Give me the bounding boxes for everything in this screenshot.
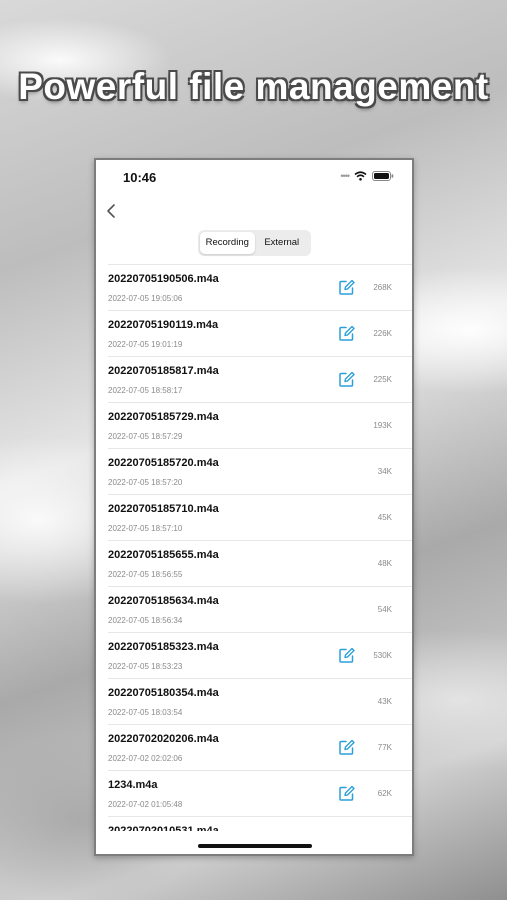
- list-item[interactable]: 20220705185720.m4a 2022-07-05 18:57:20 34K: [108, 449, 412, 495]
- file-name: 20220705185634.m4a: [108, 595, 219, 607]
- file-date: 2022-07-05 18:58:17: [108, 386, 183, 395]
- headline: Powerful file management: [18, 66, 489, 107]
- tab-external[interactable]: External: [255, 232, 310, 254]
- status-time: 10:46: [123, 170, 157, 185]
- list-item[interactable]: 20220705185323.m4a 2022-07-05 18:53:23 530…: [108, 633, 412, 679]
- list-item[interactable]: 20220705185655.m4a 2022-07-05 18:56:55 48K: [108, 541, 412, 587]
- file-name: 20220702020206.m4a: [108, 733, 219, 745]
- file-date: 2022-07-05 18:56:34: [108, 616, 183, 625]
- file-date: 2022-07-05 18:03:54: [108, 708, 183, 717]
- list-item[interactable]: 20220705180354.m4a 2022-07-05 18:03:54 43K: [108, 679, 412, 725]
- status-bar: 10:46 ••••: [96, 160, 412, 194]
- list-item[interactable]: 20220705185634.m4a 2022-07-05 18:56:34 54K: [108, 587, 412, 633]
- edit-icon[interactable]: [338, 371, 355, 388]
- file-date: 2022-07-05 18:57:20: [108, 478, 183, 487]
- phone-screen: 10:46 •••• Recording External 2022070519…: [94, 158, 414, 856]
- file-size: 45K: [377, 513, 392, 522]
- file-date: 2022-07-05 18:56:55: [108, 570, 183, 579]
- list-item[interactable]: 20220702020206.m4a 2022-07-02 02:02:06 77K: [108, 725, 412, 771]
- file-name: 20220705185323.m4a: [108, 641, 219, 653]
- file-name: 1234.m4a: [108, 779, 158, 791]
- list-item[interactable]: 20220705190119.m4a 2022-07-05 19:01:19 226…: [108, 311, 412, 357]
- segmented-control: Recording External: [198, 230, 311, 256]
- file-name: 20220702010531.m4a: [108, 825, 219, 831]
- file-name: 20220705185720.m4a: [108, 457, 219, 469]
- file-name: 20220705185729.m4a: [108, 411, 219, 423]
- file-date: 2022-07-02 02:02:06: [108, 754, 183, 763]
- list-item[interactable]: 20220705185710.m4a 2022-07-05 18:57:10 45K: [108, 495, 412, 541]
- home-indicator: [198, 844, 312, 848]
- file-size: 193K: [373, 421, 392, 430]
- tab-recording[interactable]: Recording: [200, 232, 255, 254]
- list-item[interactable]: 20220705185729.m4a 2022-07-05 18:57:29 193…: [108, 403, 412, 449]
- file-name: 20220705185817.m4a: [108, 365, 219, 377]
- file-size: 226K: [373, 329, 392, 338]
- file-name: 20220705190506.m4a: [108, 273, 219, 285]
- file-size: 62K: [377, 789, 392, 798]
- file-name: 20220705190119.m4a: [108, 319, 219, 331]
- file-size: 54K: [377, 605, 392, 614]
- status-icons: ••••: [340, 171, 394, 181]
- file-list: 20220705190506.m4a 2022-07-05 19:05:06 268…: [108, 264, 412, 831]
- file-date: 2022-07-02 01:05:48: [108, 800, 183, 809]
- file-date: 2022-07-05 19:05:06: [108, 294, 183, 303]
- file-size: 268K: [373, 283, 392, 292]
- file-size: 34K: [377, 467, 392, 476]
- file-name: 20220705185710.m4a: [108, 503, 219, 515]
- edit-icon[interactable]: [338, 279, 355, 296]
- list-item[interactable]: 20220705185817.m4a 2022-07-05 18:58:17 225…: [108, 357, 412, 403]
- file-date: 2022-07-05 18:57:10: [108, 524, 183, 533]
- list-item[interactable]: 20220705190506.m4a 2022-07-05 19:05:06 268…: [108, 265, 412, 311]
- file-size: 48K: [377, 559, 392, 568]
- file-name: 20220705180354.m4a: [108, 687, 219, 699]
- signal-dots-icon: ••••: [340, 171, 350, 181]
- edit-icon[interactable]: [338, 785, 355, 802]
- file-size: 225K: [373, 375, 392, 384]
- file-size: 43K: [377, 697, 392, 706]
- edit-icon[interactable]: [338, 739, 355, 756]
- file-size: 530K: [373, 651, 392, 660]
- file-date: 2022-07-05 18:53:23: [108, 662, 183, 671]
- battery-icon: [372, 171, 394, 181]
- edit-icon[interactable]: [338, 325, 355, 342]
- file-date: 2022-07-05 19:01:19: [108, 340, 183, 349]
- file-name: 20220705185655.m4a: [108, 549, 219, 561]
- list-item[interactable]: 1234.m4a 2022-07-02 01:05:48 62K: [108, 771, 412, 817]
- edit-icon[interactable]: [338, 647, 355, 664]
- file-date: 2022-07-05 18:57:29: [108, 432, 183, 441]
- wifi-icon: [354, 171, 367, 181]
- chevron-left-icon[interactable]: [102, 200, 124, 222]
- file-size: 77K: [377, 743, 392, 752]
- list-item[interactable]: 20220702010531.m4a38K: [108, 817, 412, 831]
